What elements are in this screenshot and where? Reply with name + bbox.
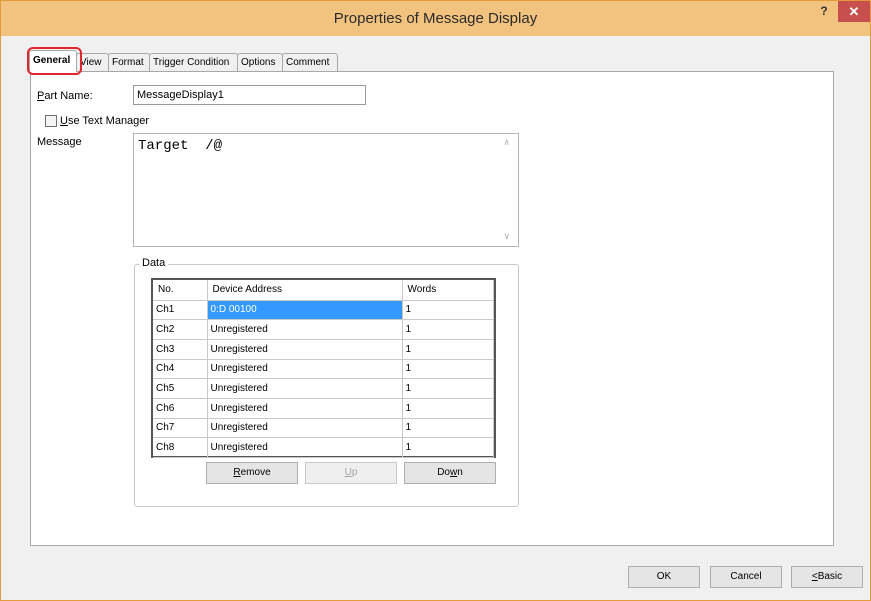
basic-button[interactable]: <Basic — [791, 566, 863, 588]
table-row[interactable]: Ch8 Unregistered 1 — [153, 437, 494, 458]
cancel-button[interactable]: Cancel — [710, 566, 782, 588]
cell-words[interactable]: 1 — [402, 398, 494, 419]
cell-words[interactable]: 1 — [402, 300, 494, 321]
cell-no: Ch1 — [153, 300, 208, 321]
message-label: Message — [37, 136, 82, 148]
part-name-input[interactable]: MessageDisplay1 — [133, 85, 366, 105]
down-button[interactable]: Down — [404, 462, 496, 484]
tab-highlight-ring — [27, 47, 82, 75]
cell-device-address[interactable]: Unregistered — [207, 339, 403, 360]
use-text-manager-label[interactable]: Use Text Manager — [60, 115, 149, 127]
cell-device-address[interactable]: Unregistered — [207, 437, 403, 458]
use-text-manager-checkbox[interactable] — [45, 115, 57, 127]
data-grid[interactable]: No. Device Address Words Ch1 0:D 00100 1 C… — [151, 278, 496, 458]
cell-device-address[interactable]: Unregistered — [207, 359, 403, 380]
grid-header-row: No. Device Address Words — [153, 280, 494, 301]
cell-no: Ch5 — [153, 378, 208, 399]
cell-no: Ch8 — [153, 437, 208, 458]
table-row[interactable]: Ch1 0:D 00100 1 — [153, 300, 494, 321]
scroll-down-arrow-icon[interactable]: ∨ — [504, 232, 509, 242]
part-name-label: Part Name: — [37, 90, 93, 102]
cell-device-address[interactable]: Unregistered — [207, 319, 403, 340]
scroll-up-arrow-icon[interactable]: ∧ — [504, 138, 509, 148]
title-bar: Properties of Message Display ? ✕ — [1, 1, 870, 36]
tab-trigger-condition[interactable]: Trigger Condition — [149, 53, 238, 72]
table-row[interactable]: Ch6 Unregistered 1 — [153, 398, 494, 419]
cell-no: Ch2 — [153, 319, 208, 340]
cell-words[interactable]: 1 — [402, 437, 494, 458]
close-button[interactable]: ✕ — [838, 1, 870, 22]
message-scrollbar[interactable]: ∧ ∨ — [502, 136, 516, 244]
cell-device-address[interactable]: Unregistered — [207, 378, 403, 399]
table-row[interactable]: Ch3 Unregistered 1 — [153, 339, 494, 360]
table-row[interactable]: Ch4 Unregistered 1 — [153, 359, 494, 380]
cell-no: Ch7 — [153, 418, 208, 439]
message-textarea[interactable]: Target /@ ∧ ∨ — [133, 133, 519, 247]
cell-device-address[interactable]: Unregistered — [207, 398, 403, 419]
column-header-words: Words — [402, 280, 494, 301]
data-group-label: Data — [139, 257, 169, 269]
column-header-no: No. — [153, 280, 208, 301]
cell-no: Ch3 — [153, 339, 208, 360]
cell-device-address[interactable]: Unregistered — [207, 418, 403, 439]
ok-button[interactable]: OK — [628, 566, 700, 588]
cell-words[interactable]: 1 — [402, 378, 494, 399]
table-row[interactable]: Ch7 Unregistered 1 — [153, 418, 494, 439]
properties-dialog: Properties of Message Display ? ✕ Genera… — [0, 0, 871, 601]
table-row[interactable]: Ch5 Unregistered 1 — [153, 378, 494, 399]
cell-words[interactable]: 1 — [402, 339, 494, 360]
table-row[interactable]: Ch2 Unregistered 1 — [153, 319, 494, 340]
dialog-title: Properties of Message Display — [333, 10, 538, 27]
tab-options[interactable]: Options — [237, 53, 283, 72]
tab-format[interactable]: Format — [108, 53, 150, 72]
tab-comment[interactable]: Comment — [282, 53, 338, 72]
column-header-device-address: Device Address — [207, 280, 403, 301]
cell-words[interactable]: 1 — [402, 359, 494, 380]
remove-button[interactable]: Remove — [206, 462, 298, 484]
cell-no: Ch6 — [153, 398, 208, 419]
help-button[interactable]: ? — [813, 4, 835, 24]
cell-device-address[interactable]: 0:D 00100 — [207, 300, 403, 321]
cell-words[interactable]: 1 — [402, 418, 494, 439]
message-text: Target /@ — [138, 138, 223, 154]
up-button[interactable]: Up — [305, 462, 397, 484]
cell-no: Ch4 — [153, 359, 208, 380]
cell-words[interactable]: 1 — [402, 319, 494, 340]
